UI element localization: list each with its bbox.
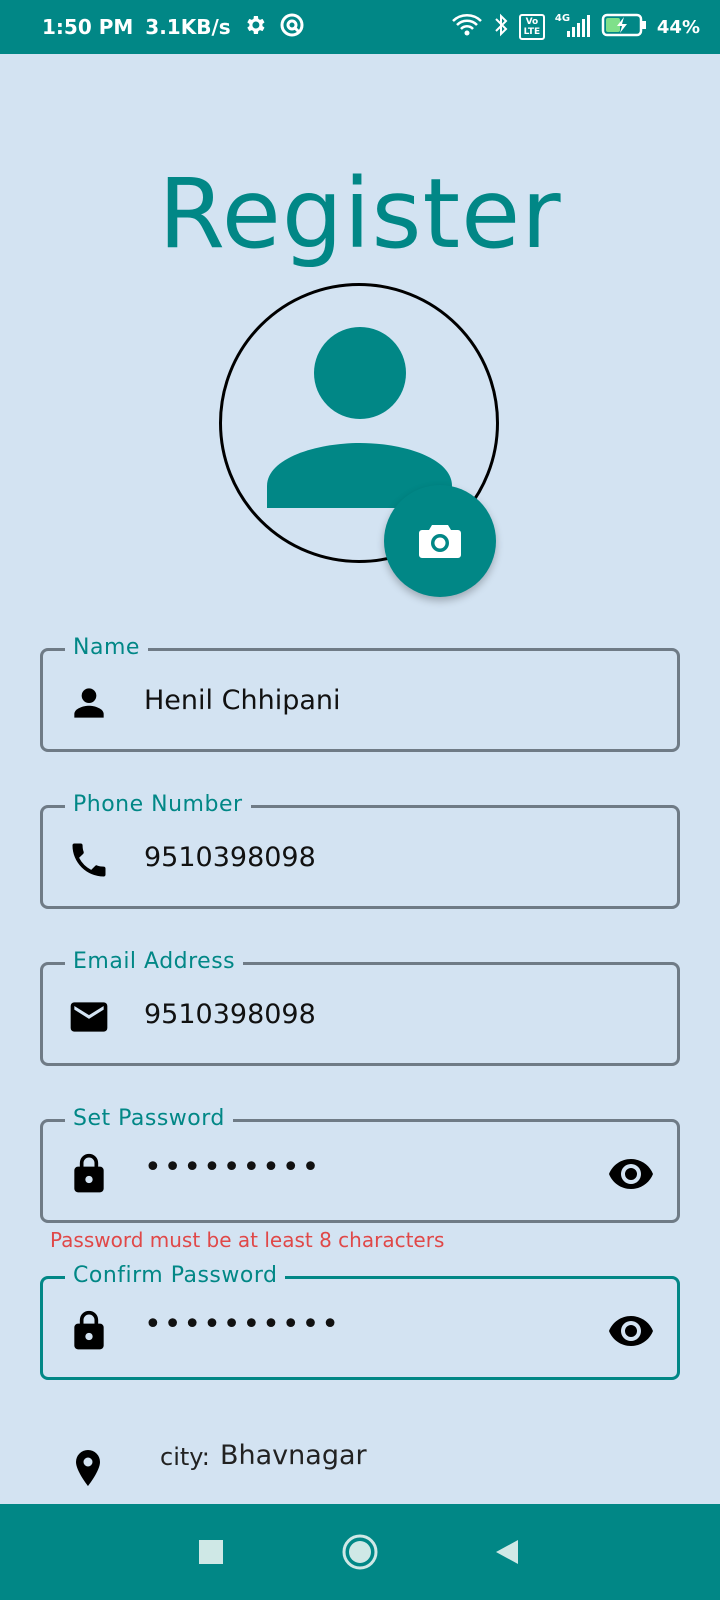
- phone-icon: [72, 843, 106, 877]
- eye-icon[interactable]: [607, 1150, 655, 1198]
- city-row[interactable]: city: Bhavnagar: [70, 1440, 670, 1500]
- change-photo-button[interactable]: [384, 485, 496, 597]
- city-value: Bhavnagar: [220, 1440, 367, 1471]
- sync-icon: [279, 12, 305, 43]
- gear-icon: [243, 13, 267, 42]
- home-button[interactable]: [340, 1532, 380, 1572]
- battery-icon: [601, 13, 647, 42]
- name-field[interactable]: Name Henil Chhipani: [40, 635, 680, 752]
- phone-label: Phone Number: [65, 792, 251, 817]
- email-label: Email Address: [65, 949, 244, 974]
- email-field[interactable]: Email Address 9510398098: [40, 949, 680, 1066]
- password-error: Password must be at least 8 characters: [50, 1228, 445, 1252]
- confirm-password-label: Confirm Password: [65, 1263, 286, 1288]
- set-password-input[interactable]: •••••••••: [144, 1150, 321, 1185]
- page-title: Register: [158, 158, 562, 270]
- status-speed: 3.1KB/s: [145, 15, 231, 39]
- signal-icon: 4G: [555, 13, 591, 39]
- wifi-icon: [451, 13, 483, 42]
- mail-icon: [70, 1002, 108, 1032]
- volte-icon: Vo LTE: [518, 14, 545, 40]
- confirm-password-field[interactable]: Confirm Password ••••••••••: [40, 1263, 680, 1380]
- battery-percent: 44%: [656, 16, 700, 38]
- phone-field[interactable]: Phone Number 9510398098: [40, 792, 680, 909]
- phone-input[interactable]: 9510398098: [144, 842, 316, 873]
- navigation-bar: [0, 1504, 720, 1600]
- status-bar: 1:50 PM 3.1KB/s Vo LTE 4G 44%: [0, 0, 720, 54]
- set-password-label: Set Password: [65, 1106, 233, 1131]
- back-button[interactable]: [490, 1534, 526, 1570]
- name-input[interactable]: Henil Chhipani: [144, 685, 341, 716]
- set-password-field[interactable]: Set Password •••••••••: [40, 1106, 680, 1223]
- confirm-password-input[interactable]: ••••••••••: [144, 1307, 341, 1342]
- eye-icon[interactable]: [607, 1307, 655, 1355]
- location-pin-icon: [76, 1450, 100, 1486]
- lock-icon: [74, 1153, 104, 1193]
- status-time: 1:50 PM: [42, 15, 134, 39]
- city-label: city:: [160, 1443, 210, 1471]
- name-label: Name: [65, 635, 148, 660]
- camera-icon: [419, 525, 461, 558]
- recents-button[interactable]: [193, 1534, 229, 1570]
- person-icon: [74, 688, 104, 718]
- bluetooth-icon: [493, 13, 509, 42]
- email-input[interactable]: 9510398098: [144, 999, 316, 1030]
- lock-icon: [74, 1310, 104, 1350]
